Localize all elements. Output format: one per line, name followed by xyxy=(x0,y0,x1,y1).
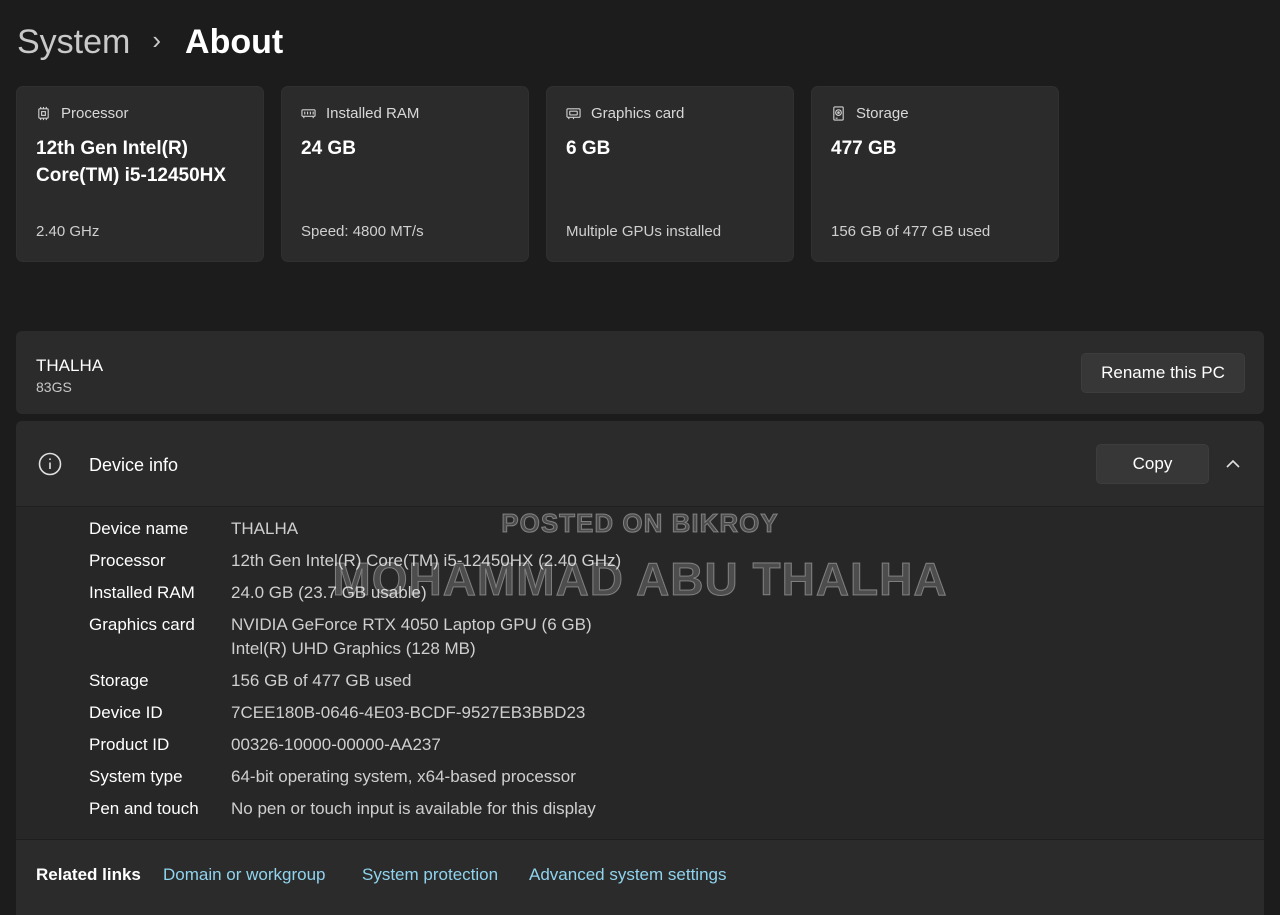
breadcrumb-system-link[interactable]: System xyxy=(17,23,130,62)
storage-card-title: Storage xyxy=(856,105,909,122)
page-title: About xyxy=(185,22,284,61)
storage-card-sub: 156 GB of 477 GB used xyxy=(831,223,991,240)
storage-card: Storage 477 GB 156 GB of 477 GB used xyxy=(811,86,1059,262)
pc-name-panel: THALHA 83GS Rename this PC xyxy=(16,331,1264,414)
ram-icon xyxy=(301,109,316,119)
device-spec-table: Device name THALHA Processor 12th Gen In… xyxy=(89,517,621,829)
processor-card-sub: 2.40 GHz xyxy=(36,223,100,240)
rename-pc-button[interactable]: Rename this PC xyxy=(1081,353,1245,393)
spec-row-graphics-card: Graphics card NVIDIA GeForce RTX 4050 La… xyxy=(89,613,621,661)
device-info-header[interactable]: Device info Copy xyxy=(16,421,1264,507)
spec-value: 7CEE180B-0646-4E03-BCDF-9527EB3BBD23 xyxy=(231,703,586,722)
ram-card-sub: Speed: 4800 MT/s xyxy=(301,223,424,240)
ram-card-title: Installed RAM xyxy=(326,105,420,122)
spec-row-device-id: Device ID 7CEE180B-0646-4E03-BCDF-9527EB… xyxy=(89,701,621,725)
spec-label: System type xyxy=(89,767,183,786)
spec-row-storage: Storage 156 GB of 477 GB used xyxy=(89,669,621,693)
storage-icon xyxy=(833,106,844,121)
graphics-card-card: Graphics card 6 GB Multiple GPUs install… xyxy=(546,86,794,262)
spec-row-processor: Processor 12th Gen Intel(R) Core(TM) i5-… xyxy=(89,549,621,573)
processor-icon xyxy=(38,106,49,121)
device-info-panel: Device info Copy Device name THALHA Proc… xyxy=(16,421,1264,915)
pc-name: THALHA xyxy=(36,356,104,375)
spec-row-pen-and-touch: Pen and touch No pen or touch input is a… xyxy=(89,797,621,821)
related-links-label: Related links xyxy=(36,865,141,884)
chevron-right-icon: › xyxy=(152,24,162,55)
copy-button[interactable]: Copy xyxy=(1096,444,1209,484)
ram-card: Installed RAM 24 GB Speed: 4800 MT/s xyxy=(281,86,529,262)
spec-row-system-type: System type 64-bit operating system, x64… xyxy=(89,765,621,789)
spec-value: 12th Gen Intel(R) Core(TM) i5-12450HX (2… xyxy=(231,551,622,570)
chevron-up-icon[interactable] xyxy=(1223,454,1243,474)
spec-value: THALHA xyxy=(231,519,299,538)
graphics-card-title: Graphics card xyxy=(591,105,685,122)
spec-row-device-name: Device name THALHA xyxy=(89,517,621,541)
spec-value: 156 GB of 477 GB used xyxy=(231,671,412,690)
device-info-title: Device info xyxy=(89,455,179,475)
spec-value: 00326-10000-00000-AA237 xyxy=(231,735,441,754)
spec-value: No pen or touch input is available for t… xyxy=(231,799,596,818)
spec-label: Product ID xyxy=(89,735,170,754)
storage-card-value: 477 GB xyxy=(831,138,897,159)
spec-label: Storage xyxy=(89,671,149,690)
graphics-card-icon xyxy=(566,108,581,120)
spec-label: Graphics card xyxy=(89,615,195,634)
spec-label: Pen and touch xyxy=(89,799,199,818)
spec-row-product-id: Product ID 00326-10000-00000-AA237 xyxy=(89,733,621,757)
pc-model: 83GS xyxy=(36,379,72,395)
ram-card-value: 24 GB xyxy=(301,138,356,159)
spec-label: Device ID xyxy=(89,703,163,722)
spec-value-secondary: Intel(R) UHD Graphics (128 MB) xyxy=(231,639,476,658)
graphics-card-value: 6 GB xyxy=(566,138,611,159)
advanced-system-settings-link[interactable]: Advanced system settings xyxy=(529,865,726,885)
spec-value: 24.0 GB (23.7 GB usable) xyxy=(231,583,427,602)
spec-label: Device name xyxy=(89,519,189,538)
spec-value: 64-bit operating system, x64-based proce… xyxy=(231,767,576,786)
processor-card-title: Processor xyxy=(61,105,129,122)
spec-row-installed-ram: Installed RAM 24.0 GB (23.7 GB usable) xyxy=(89,581,621,605)
related-links-bar: Related links Domain or workgroup System… xyxy=(16,839,1264,915)
graphics-card-sub: Multiple GPUs installed xyxy=(566,223,722,240)
processor-card: Processor 12th Gen Intel(R) Core(TM) i5-… xyxy=(16,86,264,262)
spec-label: Processor xyxy=(89,551,166,570)
spec-value: NVIDIA GeForce RTX 4050 Laptop GPU (6 GB… xyxy=(231,615,592,634)
spec-label: Installed RAM xyxy=(89,583,195,602)
processor-card-value: 12th Gen Intel(R) Core(TM) i5-12450HX xyxy=(36,138,227,186)
domain-workgroup-link[interactable]: Domain or workgroup xyxy=(163,865,326,885)
info-icon xyxy=(38,452,62,476)
system-protection-link[interactable]: System protection xyxy=(362,865,498,885)
breadcrumb: System › About xyxy=(17,18,283,66)
